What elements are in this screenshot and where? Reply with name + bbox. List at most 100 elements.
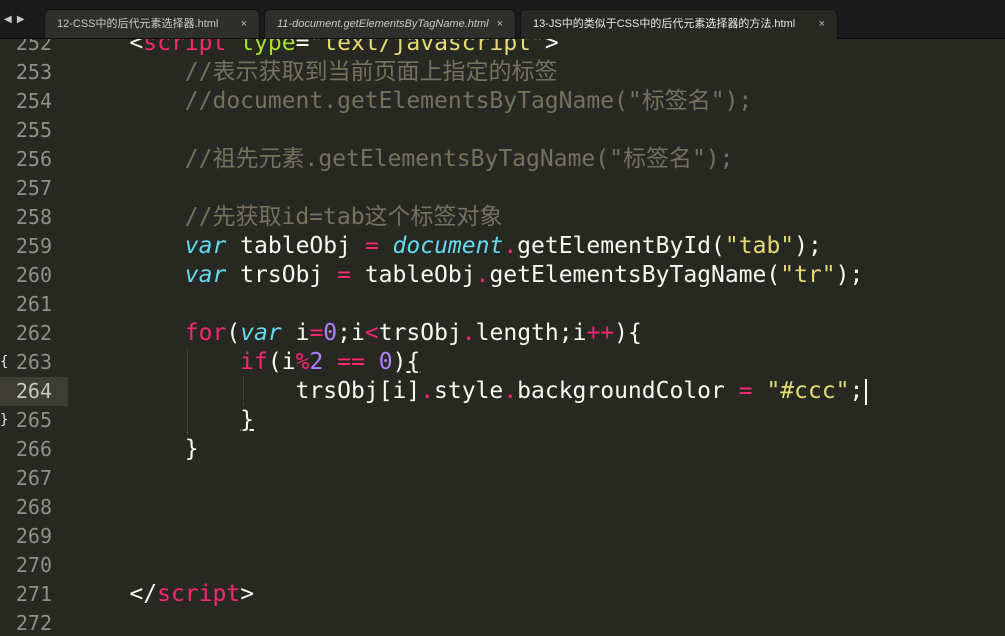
code-token: var: [184, 262, 227, 288]
code-token: );: [835, 262, 864, 288]
code-line[interactable]: //祖先元素.getElementsByTagName("标签名");: [74, 145, 1005, 174]
line-number-gutter: 252 253 254 255 256 257 258 259 260 261 262 263 264 2…: [0, 39, 74, 636]
line-number: 270: [15, 553, 52, 577]
code-token: ;: [849, 378, 864, 404]
indent-guide: [243, 377, 244, 406]
code-token: >: [240, 581, 255, 607]
fold-marker-icon[interactable]: {: [0, 348, 8, 377]
code-line[interactable]: [74, 116, 1005, 145]
tab-label: 13-JS中的类似于CSS中的后代元素选择器的方法.html: [533, 18, 796, 30]
tab-label: 11-document.getElementsByTagName.html: [277, 18, 489, 30]
code-line[interactable]: [74, 290, 1005, 319]
tab-css-descendant-selector[interactable]: 12-CSS中的后代元素选择器.html ×: [44, 9, 260, 38]
code-line[interactable]: var tableObj = document.getElementById("…: [74, 232, 1005, 261]
close-icon[interactable]: ×: [241, 10, 247, 38]
line-number: 267: [15, 466, 52, 490]
code-token: .: [420, 378, 435, 404]
code-line[interactable]: //先获取id=tab这个标签对象: [74, 203, 1005, 232]
code-line[interactable]: //表示获取到当前页面上指定的标签: [74, 58, 1005, 87]
code-line[interactable]: for(var i=0;i<trsObj.length;i++){: [74, 319, 1005, 348]
line-number: 254: [15, 89, 52, 113]
line-number: 261: [15, 292, 52, 316]
code-token: //先获取id=tab这个标签对象: [74, 204, 503, 230]
code-token: backgroundColor: [517, 378, 739, 404]
tab-get-elements-by-tag-name[interactable]: 11-document.getElementsByTagName.html ×: [264, 9, 516, 38]
code-token: ): [392, 349, 407, 375]
code-token: =: [364, 233, 379, 259]
line-number: 256: [15, 147, 52, 171]
code-token: "tab": [724, 233, 795, 259]
tab-label: 12-CSS中的后代元素选择器.html: [57, 18, 219, 30]
code-token: (: [766, 262, 781, 288]
code-token: .: [475, 262, 490, 288]
code-token: document: [392, 233, 504, 259]
line-number: 262: [15, 321, 52, 345]
code-token: }: [240, 407, 255, 433]
code-line[interactable]: [74, 464, 1005, 493]
code-token: .: [503, 233, 518, 259]
code-area[interactable]: <script type="text/javascript"> //表示获取到当…: [74, 39, 1005, 636]
code-line[interactable]: [74, 493, 1005, 522]
tab-scroll-arrows-icon[interactable]: ◀ ▶: [4, 14, 26, 25]
indent-guide: [187, 348, 188, 435]
code-line[interactable]: </script>: [74, 580, 1005, 609]
code-line[interactable]: //document.getElementsByTagName("标签名");: [74, 87, 1005, 116]
code-token: ;i: [337, 320, 365, 346]
code-token: tableObj: [226, 233, 365, 259]
line-number: 252: [15, 39, 52, 55]
code-token: getElementById: [517, 233, 712, 259]
code-line[interactable]: if(i%2 == 0){: [74, 348, 1005, 377]
code-line[interactable]: }: [74, 435, 1005, 464]
tab-bar: ◀ ▶ 12-CSS中的后代元素选择器.html × 11-document.g…: [0, 0, 1005, 39]
code-token: script: [157, 581, 241, 607]
fold-marker-icon[interactable]: }: [0, 406, 8, 435]
code-token: ++: [586, 320, 615, 346]
code-token: //表示获取到当前页面上指定的标签: [74, 59, 558, 85]
close-icon[interactable]: ×: [497, 10, 503, 38]
code-token: }: [74, 436, 199, 462]
code-token: {: [406, 349, 421, 375]
line-number: 255: [15, 118, 52, 142]
code-line[interactable]: }: [74, 406, 1005, 435]
code-token: ==: [337, 349, 365, 375]
code-editor[interactable]: 252 253 254 255 256 257 258 259 260 261 262 263 264 2…: [0, 39, 1005, 636]
line-number: 269: [15, 524, 52, 548]
code-token: %: [295, 349, 310, 375]
line-number: 268: [15, 495, 52, 519]
line-number: 253: [15, 60, 52, 84]
code-token: );: [794, 233, 822, 259]
code-token: >: [544, 39, 559, 56]
code-token: =: [337, 262, 351, 288]
line-number: 259: [15, 234, 52, 258]
close-icon[interactable]: ×: [819, 10, 825, 38]
tab-js-descendant-selector-method[interactable]: 13-JS中的类似于CSS中的后代元素选择器的方法.html ×: [520, 9, 838, 39]
code-token: trsObj[i]: [74, 378, 421, 404]
code-line[interactable]: [74, 551, 1005, 580]
code-token: =: [295, 39, 310, 56]
code-token: type: [240, 39, 296, 56]
code-line[interactable]: [74, 522, 1005, 551]
code-token: <: [364, 320, 379, 346]
code-token: //祖先元素.getElementsByTagName("标签名");: [74, 146, 734, 172]
code-token: i: [281, 320, 310, 346]
code-token: .: [503, 378, 518, 404]
code-token: if: [240, 349, 268, 375]
code-token: var: [184, 233, 227, 259]
code-token: tableObj: [350, 262, 476, 288]
code-line[interactable]: [74, 174, 1005, 203]
code-line[interactable]: var trsObj = tableObj.getElementsByTagNa…: [74, 261, 1005, 290]
code-token: (: [226, 320, 241, 346]
line-number: 264: [15, 379, 52, 403]
code-line[interactable]: [74, 609, 1005, 636]
code-token: ){: [614, 320, 642, 346]
code-token: var: [240, 320, 282, 346]
code-line[interactable]: <script type="text/javascript">: [74, 39, 1005, 58]
code-token: trsObj: [226, 262, 338, 288]
line-number: 271: [15, 582, 52, 606]
